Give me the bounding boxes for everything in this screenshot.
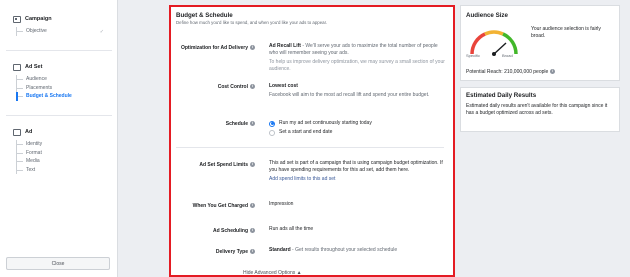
sidebar-campaign-header[interactable]: Campaign [0,14,118,24]
optimization-value[interactable]: Ad Recall Lift - We'll serve your ads to… [269,43,445,73]
cost-control-value[interactable]: Lowest cost Facebook will aim to the mos… [269,83,445,99]
ad-scheduling-label: Ad Scheduling i [213,228,255,234]
sidebar-item-label: Placements [26,84,53,91]
sidebar-item-placements[interactable]: Placements [17,84,118,93]
delivery-type-label: Delivery Type i [216,249,255,255]
page-subtitle: Define how much you'd like to spend, and… [176,20,328,25]
audience-size-title: Audience Size [466,12,508,19]
cost-control-label: Cost Control i [218,84,255,90]
cost-control-label-text: Cost Control [217,84,248,90]
page-title: Budget & Schedule [176,12,233,19]
info-icon[interactable]: i [250,249,255,255]
potential-reach-text: Potential Reach: 210,000,000 people [466,69,549,75]
info-icon[interactable]: i [250,162,255,168]
audience-size-card: Audience Size Specific Broad Your audien… [460,5,620,81]
optimization-label-text: Optimization for Ad Delivery [180,45,248,51]
daily-results-card: Estimated Daily Results Estimated daily … [460,87,620,132]
info-icon[interactable]: i [550,69,556,75]
daily-results-title: Estimated Daily Results [466,92,537,99]
info-icon[interactable]: i [250,228,255,234]
cost-control-strategy: Lowest cost [269,83,298,89]
sidebar-item-media[interactable]: Media [17,157,118,166]
sidebar-item-label: Objective [26,28,47,34]
delivery-type-option: Standard [269,247,291,253]
sidebar-item-label: Budget & Schedule [26,93,72,99]
radio-selected[interactable] [269,120,275,127]
spend-limits-content: This ad set is part of a campaign that i… [269,160,445,183]
radio-unselected[interactable] [269,129,275,136]
gauge-broad-label: Broad [502,53,513,58]
info-icon[interactable]: i [250,45,255,51]
sidebar-divider [6,115,112,116]
sidebar-item-label: Identity [26,141,43,147]
budget-schedule-panel: Budget & Schedule Define how much you'd … [169,5,455,277]
campaign-icon [13,15,21,23]
sidebar-campaign-title: Campaign [25,16,52,22]
sidebar-item-audience[interactable]: Audience [17,75,118,84]
daily-results-desc: Estimated daily results aren't available… [466,103,608,116]
spend-limits-label: Ad Set Spend Limits i [199,162,255,168]
schedule-option-label: Set a start and end date [279,129,333,135]
charged-value[interactable]: Impression [269,201,445,208]
sidebar-adset-section: Ad Set Audience Placements Budget & Sche… [0,62,118,101]
ad-scheduling-label-text: Ad Scheduling [213,228,248,234]
charged-label-text: When You Get Charged [192,203,248,209]
ad-items: Identity Format Media Text [16,140,118,174]
add-spend-limits-link[interactable]: Add spend limits to this ad set [269,176,445,183]
close-button[interactable]: Close [6,257,110,270]
spend-limits-label-text: Ad Set Spend Limits [199,162,248,168]
sidebar-ad-section: Ad Identity Format Media Text [0,127,118,174]
hide-advanced-options-link[interactable]: Hide Advanced Options ▲ [243,270,302,275]
schedule-option-continuous[interactable]: Run my ad set continuously starting toda… [269,119,445,128]
info-icon[interactable]: i [250,121,255,127]
schedule-option-dates[interactable]: Set a start and end date [269,128,445,137]
sidebar-item-text[interactable]: Text [17,166,118,175]
schedule-option-label: Run my ad set continuously starting toda… [279,120,372,126]
cost-control-desc: Facebook will aim to the most ad recall … [269,92,430,98]
delivery-type-desc: - Get results throughout your selected s… [290,247,398,253]
sidebar-adset-header[interactable]: Ad Set [0,62,118,72]
ad-icon [13,128,21,136]
optimization-note: To help us improve delivery optimization… [269,59,445,72]
sidebar-item-label: Media [26,158,40,164]
sidebar-ad-title: Ad [25,129,33,135]
ad-scheduling-value[interactable]: Run ads all the time [269,226,445,233]
schedule-label: Schedule i [226,121,255,127]
checkmark-icon: ✓ [99,29,104,35]
optimization-label: Optimization for Ad Delivery i [181,45,255,51]
adset-icon [13,63,21,71]
sidebar-item-label: Audience [26,76,47,82]
sidebar-divider [6,50,112,51]
audience-size-desc: Your audience selection is fairly broad. [531,26,601,39]
sidebar-item-identity[interactable]: Identity [17,140,118,149]
audience-gauge [470,30,518,56]
sidebar-adset-title: Ad Set [25,64,43,70]
info-icon[interactable]: i [250,203,255,209]
sidebar-ad-header[interactable]: Ad [0,127,118,137]
spend-limits-desc: This ad set is part of a campaign that i… [269,160,443,173]
left-sidebar: Campaign Objective ✓ Ad Set Audience Pla… [0,0,118,277]
gauge-specific-label: Specific [466,53,481,58]
delivery-type-value[interactable]: Standard - Get results throughout your s… [269,247,445,254]
schedule-options: Run my ad set continuously starting toda… [269,119,445,137]
delivery-type-label-text: Delivery Type [215,249,248,255]
charged-label: When You Get Charged i [193,203,255,209]
adset-items: Audience Placements Budget & Schedule [16,75,118,101]
optimization-goal: Ad Recall Lift [269,43,301,49]
info-icon[interactable]: i [250,84,255,90]
potential-reach: Potential Reach: 210,000,000 people i [466,69,616,76]
sidebar-campaign-section: Campaign Objective ✓ [0,14,118,36]
sidebar-item-label: Format [26,149,42,156]
section-divider [176,147,444,148]
sidebar-item-budget-schedule[interactable]: Budget & Schedule [16,92,118,101]
schedule-label-text: Schedule [225,121,248,127]
sidebar-item-format[interactable]: Format [17,149,118,158]
sidebar-item-label: Text [26,166,36,173]
